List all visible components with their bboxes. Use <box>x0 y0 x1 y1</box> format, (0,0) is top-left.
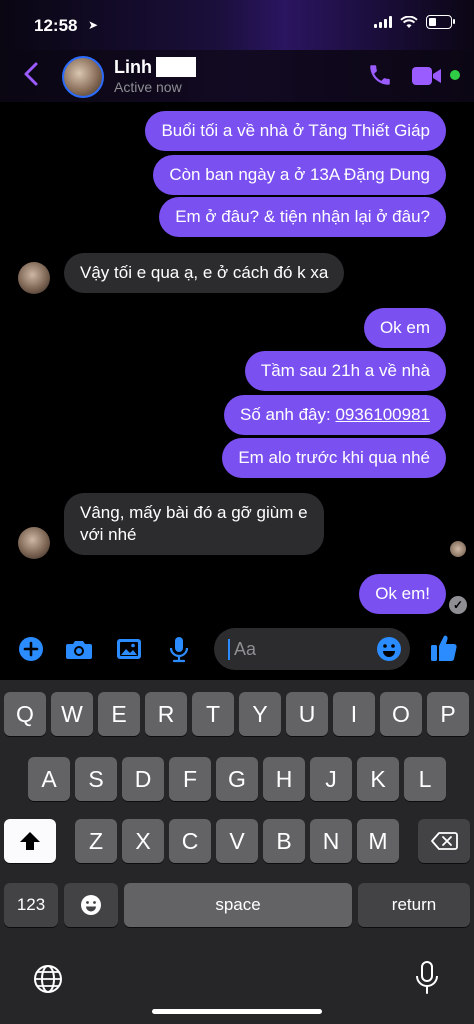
message-bubble-sent[interactable]: Còn ban ngày a ở 13A Đặng Dung <box>153 155 446 195</box>
shift-key[interactable] <box>4 819 56 863</box>
contact-name-text: Linh <box>114 57 152 77</box>
phone-number-link[interactable]: 0936100981 <box>335 405 430 424</box>
contact-small-avatar[interactable] <box>18 527 50 559</box>
contact-name[interactable]: Linh <box>114 57 196 78</box>
key-o[interactable]: O <box>380 692 422 736</box>
key-s[interactable]: S <box>75 757 117 801</box>
contact-avatar[interactable] <box>62 56 104 98</box>
delete-key[interactable] <box>418 819 470 863</box>
wifi-icon <box>400 15 418 28</box>
back-arrow-icon[interactable] <box>18 60 46 88</box>
conversation-header: Linh Active now <box>0 50 474 102</box>
message-bubble-sent[interactable]: Em ở đâu? & tiện nhận lại ở đâu? <box>159 197 446 237</box>
message-bubble-sent[interactable]: Ok em <box>363 308 446 348</box>
key-v[interactable]: V <box>216 819 258 863</box>
backspace-icon <box>431 832 458 850</box>
video-call-icon[interactable] <box>410 64 444 88</box>
message-input[interactable]: Aa <box>214 628 410 670</box>
status-bar: 12:58 ➤ <box>0 0 474 50</box>
key-z[interactable]: Z <box>75 819 117 863</box>
key-l[interactable]: L <box>404 757 446 801</box>
key-m[interactable]: M <box>357 819 399 863</box>
status-time: 12:58 <box>34 16 78 35</box>
plus-icon[interactable] <box>16 634 46 664</box>
keyboard: Q W E R T Y U I O P A S D F G H J K L Z … <box>0 680 474 1024</box>
key-r[interactable]: R <box>145 692 187 736</box>
active-status: Active now <box>114 79 182 95</box>
key-c[interactable]: C <box>169 819 211 863</box>
numbers-key[interactable]: 123 <box>4 883 58 927</box>
key-x[interactable]: X <box>122 819 164 863</box>
name-redaction <box>156 57 196 77</box>
phone-call-icon[interactable] <box>366 62 394 88</box>
battery-icon <box>426 15 455 29</box>
shift-arrow-icon <box>20 832 40 850</box>
composer-bar: Aa <box>0 620 474 680</box>
message-bubble-sent[interactable]: Em alo trước khi qua nhé <box>222 438 446 478</box>
emoji-icon[interactable] <box>376 636 402 662</box>
thumbs-up-icon[interactable] <box>428 632 460 664</box>
message-input-placeholder: Aa <box>234 639 257 659</box>
message-bubble-sent[interactable]: Ok em! <box>359 574 446 614</box>
key-a[interactable]: A <box>28 757 70 801</box>
key-y[interactable]: Y <box>239 692 281 736</box>
key-i[interactable]: I <box>333 692 375 736</box>
key-f[interactable]: F <box>169 757 211 801</box>
home-indicator <box>152 1009 322 1014</box>
camera-icon[interactable] <box>64 634 94 664</box>
text-caret <box>228 639 230 660</box>
contact-small-avatar[interactable] <box>18 262 50 294</box>
key-k[interactable]: K <box>357 757 399 801</box>
key-p[interactable]: P <box>427 692 469 736</box>
signal-icon <box>374 16 392 28</box>
microphone-icon[interactable] <box>164 634 194 664</box>
message-bubble-sent[interactable]: Số anh đây: 0936100981 <box>223 395 446 435</box>
key-n[interactable]: N <box>310 819 352 863</box>
message-bubble-sent[interactable]: Tầm sau 21h a về nhà <box>244 351 446 391</box>
message-text: Số anh đây: <box>239 405 336 424</box>
key-e[interactable]: E <box>98 692 140 736</box>
message-line: Vâng, mấy bài đó a gỡ giùm e <box>80 503 308 522</box>
key-d[interactable]: D <box>122 757 164 801</box>
space-key[interactable]: space <box>124 883 352 927</box>
key-j[interactable]: J <box>310 757 352 801</box>
seen-avatar-icon <box>450 541 466 557</box>
key-t[interactable]: T <box>192 692 234 736</box>
emoji-key[interactable] <box>64 883 118 927</box>
key-b[interactable]: B <box>263 819 305 863</box>
message-bubble-sent[interactable]: Buổi tối a về nhà ở Tăng Thiết Giáp <box>145 111 446 151</box>
key-u[interactable]: U <box>286 692 328 736</box>
location-arrow-icon: ➤ <box>88 18 99 32</box>
key-h[interactable]: H <box>263 757 305 801</box>
key-w[interactable]: W <box>51 692 93 736</box>
key-g[interactable]: G <box>216 757 258 801</box>
gallery-icon[interactable] <box>114 634 144 664</box>
message-line: với nhé <box>80 525 137 544</box>
emoji-keyboard-icon <box>81 895 101 915</box>
globe-icon[interactable] <box>32 963 64 995</box>
status-indicators <box>374 15 455 29</box>
return-key[interactable]: return <box>358 883 470 927</box>
online-indicator <box>450 70 460 80</box>
dictation-mic-icon[interactable] <box>414 960 440 996</box>
message-bubble-received[interactable]: Vậy tối e qua ạ, e ở cách đó k xa <box>64 253 345 293</box>
message-bubble-received[interactable]: Vâng, mấy bài đó a gỡ giùm e với nhé <box>64 493 324 555</box>
sent-check-icon: ✓ <box>449 596 467 614</box>
key-q[interactable]: Q <box>4 692 46 736</box>
